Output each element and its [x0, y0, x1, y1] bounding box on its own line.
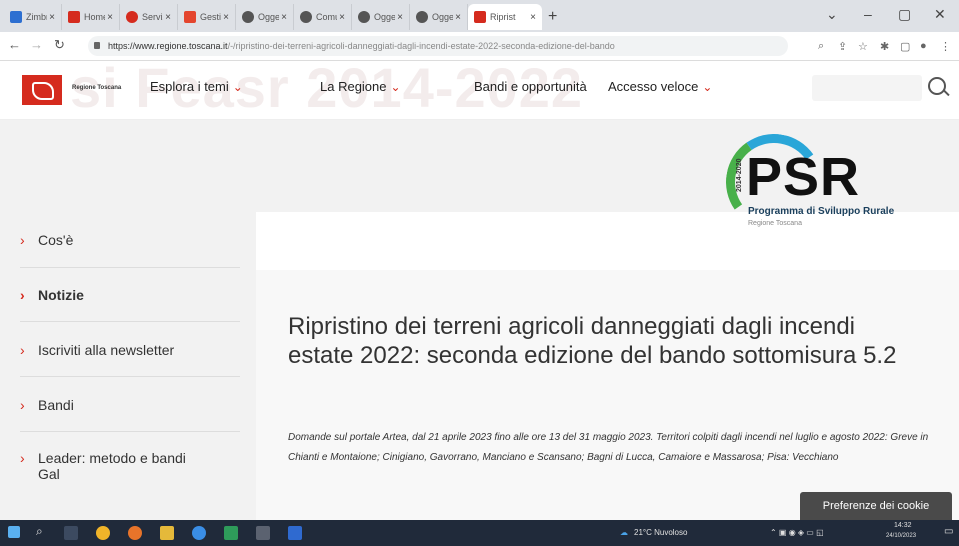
browser-tab[interactable]: Home×	[62, 4, 120, 30]
close-window-icon[interactable]: ✕	[934, 6, 946, 23]
sidebar-panel-icon[interactable]: ▢	[900, 40, 910, 53]
tab-favicon-icon	[242, 11, 254, 23]
tab-close-icon[interactable]: ×	[397, 12, 403, 23]
article-title: Ripristino dei terreni agricoli danneggi…	[288, 313, 897, 369]
tab-close-icon[interactable]: ×	[530, 12, 536, 23]
chevron-right-icon: ›	[20, 342, 25, 358]
chevron-right-icon: ›	[20, 450, 25, 466]
tab-favicon-icon	[184, 11, 196, 23]
divider	[20, 267, 240, 268]
divider	[20, 431, 240, 432]
clock-date[interactable]: 24/10/2023	[886, 533, 916, 539]
psr-logo: 2014-2020 PSR Programma di Sviluppo Rura…	[718, 126, 958, 240]
lock-icon[interactable]	[94, 42, 100, 49]
sidebar-item-cose[interactable]: › Cos'è	[20, 232, 240, 248]
sidebar-item-leader[interactable]: › Leader: metodo e bandi Gal	[20, 450, 210, 482]
chevron-down-icon: ⌄	[232, 80, 243, 94]
extensions-icon[interactable]: ✱	[880, 40, 889, 53]
notification-icon[interactable]: ▭	[944, 526, 953, 537]
share-icon[interactable]: ⇪	[838, 40, 847, 53]
task-view-icon[interactable]	[64, 526, 78, 540]
sidebar-item-newsletter[interactable]: › Iscriviti alla newsletter	[20, 342, 240, 358]
logo-text: Regione Toscana	[72, 85, 122, 91]
browser-tab[interactable]: Servizi×	[120, 4, 178, 30]
app-taskbar-icon[interactable]	[256, 526, 270, 540]
taskbar-search-icon[interactable]: ⌕	[36, 524, 43, 539]
profile-icon[interactable]: ●	[920, 40, 927, 52]
tab-favicon-icon	[358, 11, 370, 23]
browser-tab[interactable]: Comun×	[294, 4, 352, 30]
browser-tab-bar: Zimbra× Home× Servizi× Gestio× Oggett× C…	[0, 0, 959, 32]
tab-close-icon[interactable]: ×	[281, 12, 287, 23]
chevron-down-icon: ⌄	[702, 80, 713, 94]
search-input[interactable]	[812, 75, 922, 101]
word-taskbar-icon[interactable]	[288, 526, 302, 540]
zoom-icon[interactable]: ⌕	[818, 40, 824, 53]
site-header: si Feasr 2014-2022 Regione Toscana Esplo…	[0, 61, 959, 120]
menu-esplora-temi[interactable]: Esplora i temi ⌄	[150, 79, 243, 94]
tab-search-icon[interactable]: ⌄	[826, 6, 838, 23]
system-tray-icons[interactable]: ⌃ ▣ ◉ ◈ ▭ ◱	[770, 528, 824, 537]
chevron-right-icon: ›	[20, 397, 25, 413]
tab-favicon-icon	[68, 11, 80, 23]
firefox-taskbar-icon[interactable]	[128, 526, 142, 540]
browser-tab[interactable]: Oggett×	[236, 4, 294, 30]
article-lead: Domande sul portale Artea, dal 21 aprile…	[288, 432, 929, 463]
browser-tab[interactable]: Gestio×	[178, 4, 236, 30]
forward-icon[interactable]: →	[30, 37, 43, 52]
reload-icon[interactable]: ↻	[54, 37, 65, 53]
maximize-icon[interactable]: ▢	[898, 6, 911, 23]
bookmark-star-icon[interactable]: ☆	[858, 40, 868, 53]
new-tab-icon[interactable]: +	[548, 8, 557, 26]
edge-taskbar-icon[interactable]	[192, 526, 206, 540]
chevron-right-icon: ›	[20, 287, 25, 303]
menu-dots-icon[interactable]: ⋮	[940, 40, 951, 53]
sidebar-item-bandi[interactable]: › Bandi	[20, 397, 240, 413]
start-icon[interactable]	[8, 526, 20, 538]
sidebar-item-notizie[interactable]: › Notizie	[20, 287, 240, 303]
back-icon[interactable]: ←	[8, 37, 21, 52]
browser-tab[interactable]: Oggett×	[410, 4, 468, 30]
excel-taskbar-icon[interactable]	[224, 526, 238, 540]
tab-close-icon[interactable]: ×	[223, 12, 229, 23]
chrome-taskbar-icon[interactable]	[96, 526, 110, 540]
search-icon[interactable]	[928, 77, 946, 95]
article-panel	[256, 270, 959, 520]
tab-close-icon[interactable]: ×	[107, 12, 113, 23]
clock-time[interactable]: 14:32	[894, 522, 912, 529]
divider	[20, 376, 240, 377]
tab-close-icon[interactable]: ×	[165, 12, 171, 23]
tab-close-icon[interactable]: ×	[339, 12, 345, 23]
menu-la-regione[interactable]: La Regione ⌄	[320, 79, 401, 94]
weather-icon: ☁	[620, 528, 628, 537]
tab-close-icon[interactable]: ×	[455, 12, 461, 23]
chevron-right-icon: ›	[20, 232, 25, 248]
regione-toscana-logo[interactable]	[22, 75, 62, 105]
tab-close-icon[interactable]: ×	[49, 12, 55, 23]
browser-tab-active[interactable]: Riprist ×	[468, 4, 542, 30]
tab-favicon-icon	[126, 11, 138, 23]
url-field[interactable]: https://www.regione.toscana.it/-/riprist…	[88, 36, 788, 56]
menu-bandi-opportunita[interactable]: Bandi e opportunità	[474, 79, 587, 94]
browser-tab[interactable]: Oggett×	[352, 4, 410, 30]
divider	[20, 321, 240, 322]
browser-tab[interactable]: Zimbra×	[4, 4, 62, 30]
tab-favicon-icon	[300, 11, 312, 23]
cookie-preferences-button[interactable]: Preferenze dei cookie	[800, 492, 952, 520]
address-bar-row: ← → ↻ https://www.regione.toscana.it/-/r…	[0, 32, 959, 61]
taskbar: ⌕ ☁ 21°C Nuvoloso ⌃ ▣ ◉ ◈ ▭ ◱ 14:32 24/1…	[0, 520, 959, 546]
tab-favicon-icon	[10, 11, 22, 23]
chevron-down-icon: ⌄	[390, 80, 401, 94]
menu-accesso-veloce[interactable]: Accesso veloce ⌄	[608, 79, 712, 94]
tab-favicon-icon	[416, 11, 428, 23]
minimize-icon[interactable]: –	[864, 6, 872, 22]
weather-text[interactable]: 21°C Nuvoloso	[634, 528, 687, 537]
file-explorer-icon[interactable]	[160, 526, 174, 540]
tab-favicon-icon	[474, 11, 486, 23]
